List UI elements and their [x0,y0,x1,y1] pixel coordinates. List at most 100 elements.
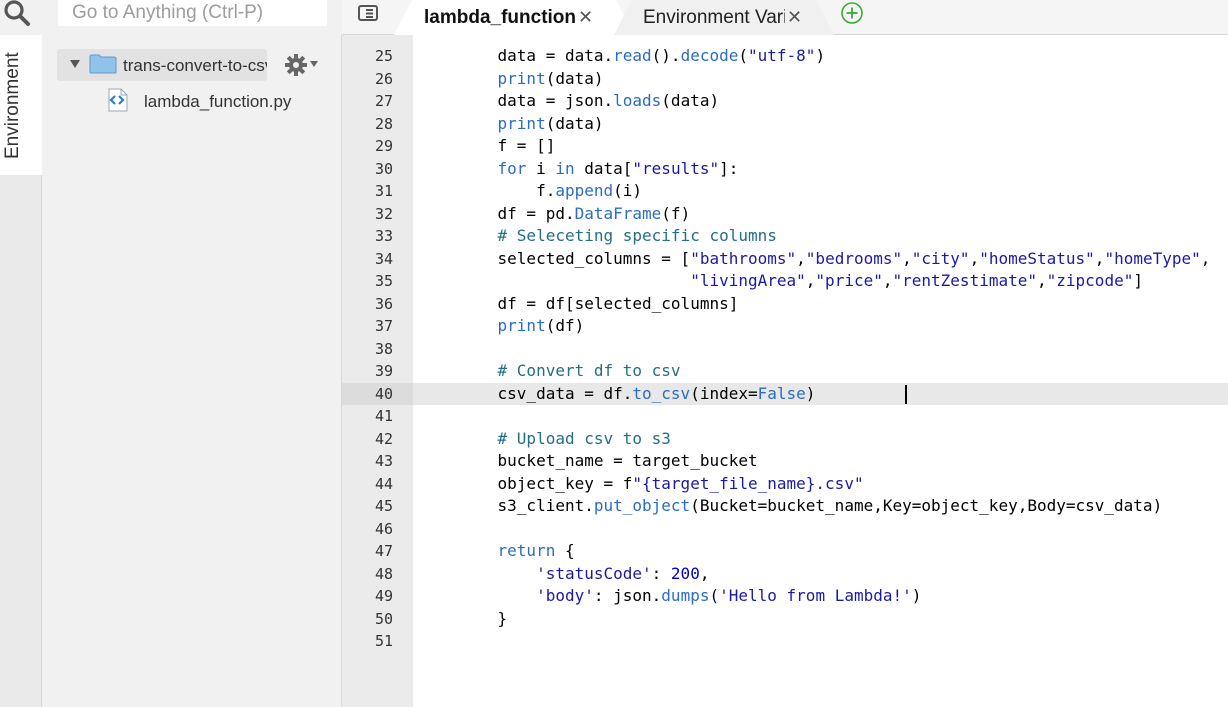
code-line[interactable]: 32 df = pd.DataFrame(f) [342,203,1228,226]
folder-icon [89,54,117,74]
code-line[interactable]: 29 f = [] [342,135,1228,158]
code-text[interactable]: bucket_name = target_bucket [459,450,758,473]
code-text[interactable]: print(df) [459,315,585,338]
code-text[interactable]: csv_data = df.to_csv(index=False) [459,383,907,406]
close-icon[interactable]: ✕ [787,7,802,28]
line-number: 32 [374,204,393,223]
line-number: 45 [374,497,393,515]
tab-label: lambda_function [424,6,577,28]
line-number: 31 [374,182,393,200]
file-label: lambda_function.py [144,92,292,111]
code-line[interactable]: 46 [342,518,1228,541]
code-text[interactable]: f.append(i) [459,180,642,203]
code-text[interactable]: df = df[selected_columns] [459,293,739,316]
code-text[interactable]: data = json.loads(data) [459,90,720,113]
file-tree: trans-convert-to-csv lambda_function.py [42,35,342,707]
code-line[interactable]: 33 # Seleceting specific columns [342,225,1228,248]
code-line[interactable]: 38 [342,338,1228,361]
code-text[interactable]: selected_columns = ["bathrooms","bedroom… [459,248,1211,271]
code-line[interactable]: 35 "livingArea","price","rentZestimate",… [342,270,1228,293]
code-text[interactable]: print(data) [459,68,604,91]
line-number: 26 [374,69,393,88]
code-line[interactable]: 49 'body': json.dumps('Hello from Lambda… [342,585,1228,608]
tab-menu-icon[interactable] [358,4,378,22]
code-text[interactable]: "livingArea","price","rentZestimate","zi… [459,270,1143,293]
code-text[interactable]: return { [459,540,575,563]
line-number: 29 [374,137,393,155]
code-line[interactable]: 51 [342,630,1228,653]
line-number: 48 [374,564,393,583]
search-input[interactable] [58,0,327,26]
code-editor[interactable]: 25 data = data.read().decode("utf-8") 26 … [342,35,1228,707]
line-number: 40 [342,382,413,405]
code-line[interactable]: 28 print(data) [342,113,1228,136]
top-bar: lambda_function ✕ Environment Variables … [0,0,1228,35]
close-icon[interactable]: ✕ [578,7,593,28]
line-number: 46 [374,519,393,538]
code-line[interactable]: 43 bucket_name = target_bucket [342,450,1228,473]
line-number: 47 [374,542,393,560]
code-text[interactable]: } [459,608,508,631]
code-line[interactable]: 44 object_key = f"{target_file_name}.csv… [342,473,1228,496]
code-text[interactable]: 'statusCode': 200, [459,563,709,586]
code-text[interactable]: for i in data["results"]: [459,158,739,181]
code-line[interactable]: 34 selected_columns = ["bathrooms","bedr… [342,248,1228,271]
code-line[interactable]: 27 data = json.loads(data) [342,90,1228,113]
chevron-down-icon[interactable] [310,61,318,67]
line-number: 49 [374,587,393,605]
code-text[interactable]: # Convert df to csv [459,360,681,383]
code-text[interactable]: # Seleceting specific columns [459,225,777,248]
code-line[interactable]: 36 df = df[selected_columns] [342,293,1228,316]
code-line[interactable]: 40 csv_data = df.to_csv(index=False) [342,382,1228,406]
search-icon[interactable] [3,0,31,28]
line-number: 43 [374,452,393,470]
code-line[interactable]: 50 } [342,608,1228,631]
line-number: 37 [374,317,393,335]
code-line[interactable]: 39 # Convert df to csv [342,360,1228,383]
tab-bar: lambda_function ✕ Environment Variables … [342,0,1228,35]
tab-lambda-function[interactable]: lambda_function ✕ [394,0,634,35]
folder-row[interactable]: trans-convert-to-csv [57,49,267,81]
code-text[interactable]: # Upload csv to s3 [459,428,671,451]
add-tab-icon[interactable] [840,1,864,25]
code-text[interactable]: 'body': json.dumps('Hello from Lambda!') [459,585,921,608]
line-number: 38 [374,339,393,358]
text-cursor [905,384,907,404]
line-number: 42 [374,429,393,448]
environment-rail-label: Environment [2,52,23,159]
line-number: 28 [374,114,393,133]
code-line[interactable]: 25 data = data.read().decode("utf-8") [342,45,1228,68]
code-line[interactable]: 41 [342,405,1228,428]
code-text[interactable]: df = pd.DataFrame(f) [459,203,691,226]
line-number: 33 [374,227,393,245]
line-number: 41 [374,407,393,425]
code-line[interactable]: 30 for i in data["results"]: [342,158,1228,181]
side-rail: Environment [0,35,42,707]
code-line[interactable]: 37 print(df) [342,315,1228,338]
line-number: 44 [374,474,393,493]
code-line[interactable]: 42 # Upload csv to s3 [342,428,1228,451]
code-lines[interactable]: 25 data = data.read().decode("utf-8") 26 … [342,45,1228,653]
code-text[interactable]: data = data.read().decode("utf-8") [459,45,826,68]
line-number: 51 [374,632,393,650]
code-line[interactable]: 47 return { [342,540,1228,563]
line-number: 36 [374,294,393,313]
tab-environment-variables[interactable]: Environment Variables ✕ [614,0,834,35]
chevron-down-icon[interactable] [70,59,80,69]
line-number: 30 [374,159,393,178]
code-text[interactable]: object_key = f"{target_file_name}.csv" [459,473,864,496]
python-file-icon [108,88,128,112]
line-number: 27 [374,92,393,110]
code-line[interactable]: 31 f.append(i) [342,180,1228,203]
environment-rail-tab[interactable]: Environment [0,35,42,175]
tab-label: Environment Variables [643,6,785,28]
code-text[interactable]: print(data) [459,113,604,136]
gear-icon[interactable] [285,54,307,76]
code-line[interactable]: 26 print(data) [342,68,1228,91]
code-text[interactable]: f = [] [459,135,556,158]
line-number: 25 [374,47,393,65]
folder-label: trans-convert-to-csv [123,56,267,75]
code-line[interactable]: 48 'statusCode': 200, [342,563,1228,586]
code-line[interactable]: 45 s3_client.put_object(Bucket=bucket_na… [342,495,1228,518]
code-text[interactable]: s3_client.put_object(Bucket=bucket_name,… [459,495,1163,518]
